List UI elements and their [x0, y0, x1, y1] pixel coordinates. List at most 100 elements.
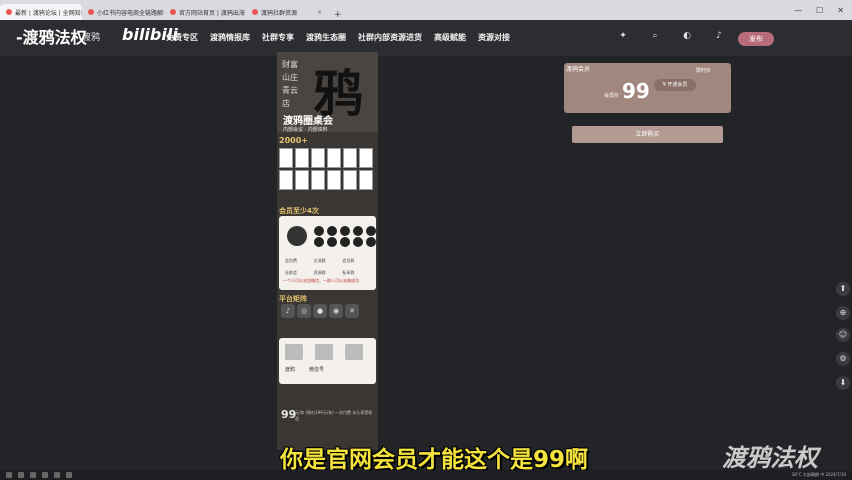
open-vip-button[interactable]: ¥ 开通会员	[654, 79, 696, 91]
app-icon[interactable]	[42, 472, 48, 478]
browser-tab[interactable]: 官方网站首页 | 渡鸦出海✕	[164, 4, 246, 20]
product-poster: 财富山庄 青云店 鸦 渡鸦圈桌会 内部会议 · 内部资料 2000+ 会员至少4…	[277, 52, 378, 450]
photo-thumb	[359, 170, 373, 190]
tab-label: 小红书内容电商全链路解析	[97, 9, 164, 17]
avatar	[287, 226, 307, 246]
poster-subtitle: 内部会议 · 内部资料	[283, 127, 328, 133]
scroll-down-icon[interactable]: ⬇	[836, 376, 850, 390]
maximize-icon[interactable]: ☐	[816, 6, 823, 15]
tab-favicon-icon	[252, 9, 258, 15]
photo-thumb	[279, 170, 293, 190]
add-icon[interactable]: ⊕	[836, 306, 850, 320]
start-icon[interactable]	[6, 472, 12, 478]
card-row-label: 交流群	[313, 258, 326, 263]
photo-thumb	[343, 170, 357, 190]
browser-tab[interactable]: 小红书内容电商全链路解析✕	[82, 4, 164, 20]
site-logo-sub: 渡鸦	[82, 33, 101, 43]
card-row-label: 私享群	[342, 270, 355, 275]
tab-favicon-icon	[6, 9, 12, 15]
smile-icon[interactable]: ☺	[836, 328, 850, 342]
poster-title: 渡鸦圈桌会	[283, 116, 333, 127]
poster-card-foot: 一个人可以去加微信，一群人可以去做成功	[283, 278, 359, 283]
poster-photo-grid	[279, 148, 375, 190]
photo-thumb	[359, 148, 373, 168]
bell-icon[interactable]: ♪	[712, 31, 726, 41]
qr-code-icon	[285, 344, 303, 360]
header-icons: ✦ ⌕ ◐ ♪	[616, 31, 726, 41]
buy-now-button[interactable]: 立即购买	[572, 126, 723, 143]
new-tab-button[interactable]: +	[328, 10, 348, 20]
nav-ecosystem[interactable]: 渡鸦生态圈	[306, 32, 346, 43]
app-icon[interactable]	[30, 472, 36, 478]
photo-thumb	[327, 170, 341, 190]
nav-advanced[interactable]: 高级赋能	[434, 32, 466, 43]
card-row-label: 会员费	[285, 258, 297, 263]
tab-favicon-icon	[88, 9, 94, 15]
app-icon[interactable]	[18, 472, 24, 478]
photo-thumb	[279, 148, 293, 168]
vip-tag: 限时价	[696, 68, 712, 74]
browser-tab[interactable]: 渡鸦社群资源 ✕	[246, 4, 328, 20]
card-row-label: 资源群	[313, 270, 326, 275]
video-subtitle: 你是官网会员才能这个是99啊	[279, 447, 588, 473]
poster-qr-items	[285, 344, 363, 360]
card-row-label: 社群会	[285, 270, 297, 275]
photo-thumb	[295, 170, 309, 190]
tab-label: 最新 | 渡鸦论坛 | 全网知识付费	[15, 9, 82, 17]
x-icon: ✕	[345, 304, 359, 318]
tab-favicon-icon	[170, 9, 176, 15]
nav-community[interactable]: 社群专享	[262, 32, 294, 43]
bulb-icon[interactable]: ✦	[616, 31, 630, 41]
site-header: -渡鸦法权 渡鸦 bilibili 免费专区 渡鸦情报库 社群专享 渡鸦生态圈 …	[0, 20, 852, 56]
vip-label: 渡鸦会员	[566, 66, 591, 73]
minimize-icon[interactable]: —	[794, 6, 802, 15]
vip-price-label: 会员价	[604, 93, 620, 99]
publish-button[interactable]: 发布	[738, 32, 774, 46]
tiktok-icon: ♪	[281, 304, 295, 318]
poster-count: 2000+	[279, 136, 308, 145]
photo-thumb	[343, 148, 357, 168]
vip-price: 99	[622, 79, 650, 103]
circle-icon: ◎	[297, 304, 311, 318]
scroll-top-icon[interactable]: ⬆	[836, 282, 850, 296]
poster-qr-labels: 渡鸦 微信号	[285, 366, 324, 373]
vip-price-box: 渡鸦会员 限时价 会员价 99 ¥ 开通会员	[564, 63, 731, 113]
poster-card-rows: 会员费 交流群 会员群 社群会 资源群 私享群	[285, 258, 371, 276]
nav-intel-library[interactable]: 渡鸦情报库	[210, 32, 250, 43]
nav-internal-resources[interactable]: 社群内部资源进货	[358, 32, 422, 43]
close-icon[interactable]: ✕	[837, 6, 844, 15]
nav-resource-matching[interactable]: 资源对接	[478, 32, 510, 43]
browser-tab[interactable]: 最新 | 渡鸦论坛 | 全网知识付费✕	[0, 4, 82, 20]
search-icon[interactable]: ⌕	[648, 31, 662, 41]
taskbar-tray: 36°C 大部晴朗 中 2024/7/10	[791, 472, 846, 477]
site-logo[interactable]: -渡鸦法权	[16, 24, 87, 48]
taskbar-apps	[0, 472, 72, 478]
main-nav: 免费专区 渡鸦情报库 社群专享 渡鸦生态圈 社群内部资源进货 高级赋能 资源对接	[166, 32, 510, 43]
app-icon[interactable]	[54, 472, 60, 478]
tab-label: 官方网站首页 | 渡鸦出海	[179, 9, 245, 17]
settings-icon[interactable]: ⚙	[836, 352, 850, 366]
poster-section-members: 会员至少4次	[279, 207, 319, 215]
qr-label: 渡鸦	[285, 367, 296, 373]
poster-section-channels: 平台矩阵	[279, 295, 307, 303]
window-controls: — ☐ ✕	[794, 0, 852, 20]
app-icon[interactable]	[66, 472, 72, 478]
poster-member-card: 会员费 交流群 会员群 社群会 资源群 私享群 一个人可以去加微信，一群人可以去…	[279, 216, 376, 290]
poster-social-icons: ♪ ◎ ● ◉ ✕	[281, 304, 359, 318]
nav-free-zone[interactable]: 免费专区	[166, 32, 198, 43]
os-taskbar: 36°C 大部晴朗 中 2024/7/10	[0, 470, 852, 480]
poster-wechat-card: 渡鸦 微信号	[279, 338, 376, 384]
photo-thumb	[311, 148, 325, 168]
tab-label: 渡鸦社群资源	[261, 9, 298, 17]
browser-tab-bar: 最新 | 渡鸦论坛 | 全网知识付费✕ 小红书内容电商全链路解析✕ 官方网站首页…	[0, 0, 852, 20]
photo-thumb	[327, 148, 341, 168]
watermark-logo: 渡鸦法权	[722, 444, 818, 472]
photo-thumb	[295, 148, 309, 168]
qr-code-icon	[345, 344, 363, 360]
poster-tags: 财富山庄 青云店	[282, 60, 298, 108]
wechat-icon: ◉	[329, 304, 343, 318]
poster-price-note: 元/年 (原价199元/年) 一次付费 永久享受权益	[295, 410, 373, 421]
tab-close-icon[interactable]: ✕	[317, 9, 322, 16]
photo-thumb	[311, 170, 325, 190]
theme-icon[interactable]: ◐	[680, 31, 694, 41]
